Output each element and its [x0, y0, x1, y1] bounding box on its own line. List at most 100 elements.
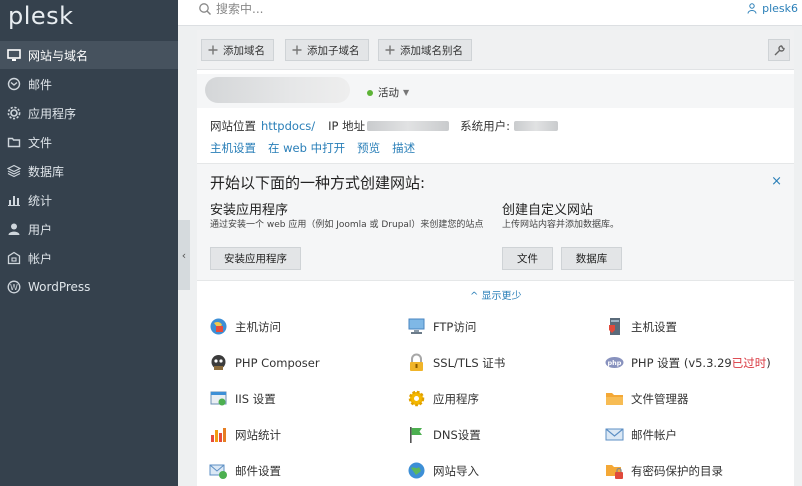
- feature-label: 网站统计: [235, 427, 281, 442]
- mail-settings-icon: [209, 461, 228, 480]
- domain-info: 网站位置 httpdocs/ IP 地址 系统用户:: [210, 118, 558, 134]
- dns-flag-icon: [407, 425, 426, 444]
- sidebar-item-label: 网站与域名: [28, 48, 89, 63]
- mail-accounts-link[interactable]: 邮件帐户: [605, 425, 677, 444]
- show-less-link[interactable]: ^ 显示更少: [470, 287, 522, 302]
- feature-label: PHP 设置 (v5.3.29: [631, 355, 732, 370]
- search-input[interactable]: [216, 0, 516, 18]
- dns-settings-link[interactable]: DNS设置: [407, 425, 481, 444]
- install-app-description: 通过安装一个 web 应用（例如 Joomla 或 Drupal）来创建您的站点: [210, 220, 484, 230]
- system-user-label: 系统用户:: [460, 119, 510, 133]
- ftp-access-link[interactable]: FTP访问: [407, 317, 476, 336]
- sidebar-item-label: 用户: [28, 222, 53, 237]
- outdated-badge: 已过时: [731, 355, 767, 370]
- svg-text:W: W: [10, 283, 18, 292]
- username: plesk6: [762, 2, 798, 15]
- user-menu[interactable]: plesk6: [747, 2, 798, 15]
- hosting-access-icon: [209, 317, 228, 336]
- website-import-link[interactable]: 网站导入: [407, 461, 479, 480]
- plus-icon: [208, 45, 218, 55]
- iis-icon: [209, 389, 228, 408]
- plesk-logo[interactable]: plesk: [0, 0, 178, 38]
- status-label: 活动: [378, 87, 399, 99]
- plus-icon: [385, 45, 395, 55]
- preview-link[interactable]: 预览: [357, 140, 380, 156]
- add-domain-button[interactable]: 添加域名: [201, 39, 274, 61]
- feature-label: 邮件帐户: [631, 427, 677, 442]
- applications-link[interactable]: 应用程序: [407, 389, 479, 408]
- iis-settings-link[interactable]: IIS 设置: [209, 389, 276, 408]
- bar-chart-icon: [7, 193, 21, 207]
- sidebar-item-label: 统计: [28, 193, 53, 208]
- sidebar-item-wordpress[interactable]: W WordPress: [0, 273, 178, 301]
- hosting-settings-feature[interactable]: 主机设置: [605, 317, 677, 336]
- chevron-left-icon: ‹: [181, 248, 187, 262]
- location-label: 网站位置: [210, 119, 256, 133]
- open-in-web-link[interactable]: 在 web 中打开: [268, 140, 345, 156]
- ssl-certificates-link[interactable]: SSL/TLS 证书: [407, 353, 505, 372]
- feature-label: PHP Composer: [235, 355, 320, 370]
- sidebar-item-label: 文件: [28, 135, 53, 150]
- add-subdomain-button[interactable]: 添加子域名: [285, 39, 369, 61]
- feature-label: 邮件设置: [235, 463, 281, 478]
- web-statistics-link[interactable]: 网站统计: [209, 425, 281, 444]
- feature-label: FTP访问: [433, 319, 477, 334]
- custom-website-description: 上传网站内容并添加数据库。: [502, 220, 620, 230]
- feature-label-tail: ): [766, 355, 771, 370]
- ip-value-redacted: [367, 121, 450, 131]
- php-settings-link[interactable]: php PHP 设置 (v5.3.29 已过时): [605, 353, 771, 372]
- toolbar: 添加域名 添加子域名 添加域名别名: [197, 30, 794, 70]
- sidebar-item-databases[interactable]: 数据库: [0, 157, 178, 185]
- folder-icon: [7, 135, 21, 149]
- folder-icon: [605, 389, 624, 408]
- database-icon: [7, 164, 21, 178]
- feature-label: 主机访问: [235, 319, 281, 334]
- user-icon: [747, 3, 757, 14]
- sidebar-item-applications[interactable]: 应用程序: [0, 99, 178, 127]
- status-dropdown[interactable]: 活动 ▼: [367, 85, 409, 100]
- search-icon: [199, 3, 211, 15]
- plus-icon: [292, 45, 302, 55]
- ftp-icon: [407, 317, 426, 336]
- close-icon[interactable]: ×: [771, 174, 782, 189]
- php-composer-icon: [209, 353, 228, 372]
- hosting-settings-link[interactable]: 主机设置: [210, 140, 256, 156]
- sidebar-item-websites[interactable]: 网站与域名: [0, 41, 178, 69]
- status-dot-icon: [367, 89, 373, 96]
- file-manager-link[interactable]: 文件管理器: [605, 389, 689, 408]
- feature-label: IIS 设置: [235, 391, 276, 406]
- mail-settings-link[interactable]: 邮件设置: [209, 461, 281, 480]
- sidebar-item-statistics[interactable]: 统计: [0, 186, 178, 214]
- svg-text:php: php: [608, 359, 622, 367]
- databases-button[interactable]: 数据库: [561, 247, 622, 270]
- sidebar-item-account[interactable]: 帐户: [0, 244, 178, 272]
- location-link[interactable]: httpdocs/: [261, 119, 315, 133]
- wordpress-icon: W: [7, 280, 21, 294]
- protected-directories-link[interactable]: 有密码保护的目录: [605, 461, 723, 480]
- feature-label: 文件管理器: [631, 391, 689, 406]
- feature-label: 主机设置: [631, 319, 677, 334]
- sidebar-collapse-handle[interactable]: ‹: [178, 220, 190, 290]
- php-icon: php: [605, 353, 624, 372]
- hosting-access-link[interactable]: 主机访问: [209, 317, 281, 336]
- sidebar: plesk 网站与域名 邮件 应用程序 文件 数据库 统计 用户 帐户 W Wo…: [0, 0, 178, 486]
- add-domain-alias-button[interactable]: 添加域名别名: [378, 39, 472, 61]
- php-composer-link[interactable]: PHP Composer: [209, 353, 320, 372]
- files-button[interactable]: 文件: [502, 247, 553, 270]
- system-user-redacted: [514, 121, 558, 131]
- server-settings-icon: [605, 317, 624, 336]
- sidebar-item-files[interactable]: 文件: [0, 128, 178, 156]
- install-app-title: 安装应用程序: [210, 203, 289, 218]
- sidebar-item-users[interactable]: 用户: [0, 215, 178, 243]
- sidebar-item-mail[interactable]: 邮件: [0, 70, 178, 98]
- feature-label: SSL/TLS 证书: [433, 355, 506, 370]
- sidebar-item-label: 数据库: [28, 164, 65, 179]
- sidebar-item-label: 应用程序: [28, 106, 77, 121]
- install-app-button[interactable]: 安装应用程序: [210, 247, 301, 270]
- create-website-title: 开始以下面的一种方式创建网站:: [210, 174, 426, 192]
- topbar: plesk6: [178, 0, 802, 26]
- locked-folder-icon: [605, 461, 624, 480]
- description-link[interactable]: 描述: [392, 140, 415, 156]
- domain-name-redacted[interactable]: [205, 77, 350, 103]
- settings-button[interactable]: [768, 39, 790, 61]
